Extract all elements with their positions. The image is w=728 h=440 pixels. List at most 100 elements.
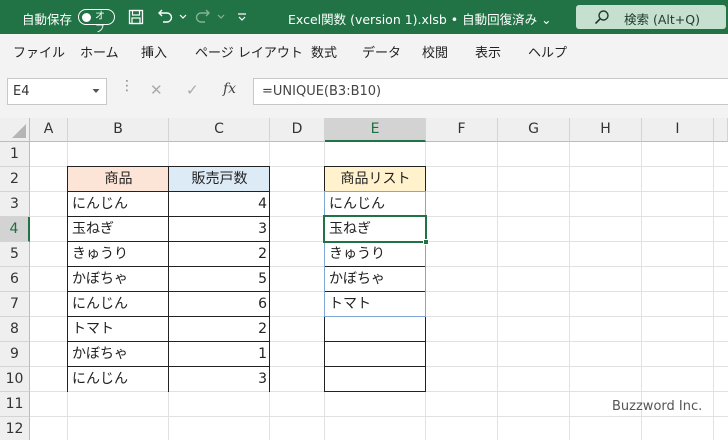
- list-empty-cell[interactable]: [325, 342, 426, 367]
- table-header-product[interactable]: 商品: [68, 167, 169, 192]
- autosave-label: 自動保存: [22, 12, 73, 27]
- undo-dropdown-icon[interactable]: [173, 7, 193, 27]
- row-header-5[interactable]: 5: [0, 242, 30, 267]
- search-box[interactable]: 検索 (Alt+Q): [576, 5, 726, 29]
- tab-data[interactable]: データ: [362, 42, 401, 61]
- tab-home[interactable]: ホーム: [80, 42, 119, 61]
- table-cell-sales[interactable]: 4: [169, 192, 270, 217]
- table-cell-sales[interactable]: 3: [169, 217, 270, 242]
- row-header-8[interactable]: 8: [0, 317, 30, 342]
- table-cell-product[interactable]: にんじん: [68, 367, 169, 392]
- column-header-edge[interactable]: [714, 118, 728, 142]
- table-cell-product[interactable]: かぼちゃ: [68, 267, 169, 292]
- list-header[interactable]: 商品リスト: [325, 167, 426, 192]
- name-box[interactable]: E4: [7, 78, 107, 105]
- save-icon[interactable]: [126, 7, 146, 27]
- column-header-c[interactable]: C: [169, 118, 270, 142]
- select-all-corner[interactable]: [0, 118, 30, 142]
- row-header-3[interactable]: 3: [0, 192, 30, 217]
- list-border-v: [425, 166, 426, 192]
- row-header-11[interactable]: 11: [0, 392, 30, 417]
- table-cell-sales[interactable]: 3: [169, 367, 270, 392]
- table-cell-product[interactable]: にんじん: [68, 292, 169, 317]
- list-border-v: [425, 316, 426, 392]
- table-cell-sales[interactable]: 2: [169, 317, 270, 342]
- row-header-9[interactable]: 9: [0, 342, 30, 367]
- function-icon[interactable]: fx: [223, 81, 236, 97]
- search-icon: [594, 9, 610, 29]
- column-header-g[interactable]: G: [498, 118, 570, 142]
- table-cell-sales[interactable]: 6: [169, 292, 270, 317]
- column-header-d[interactable]: D: [270, 118, 325, 142]
- table-cell-product[interactable]: 玉ねぎ: [68, 217, 169, 242]
- gridline-v: [713, 142, 714, 440]
- table-cell-sales[interactable]: 1: [169, 342, 270, 367]
- autosave-state: オフ: [95, 11, 105, 35]
- table-cell-sales[interactable]: 2: [169, 242, 270, 267]
- cancel-icon[interactable]: ✕: [150, 81, 163, 99]
- table-border-v: [168, 166, 169, 392]
- spreadsheet-grid[interactable]: A B C D E F G H I 1 2 3 4 5 6 7 8 9 10 11 12 商品 販売戸数 商品リスト にんじん 4…: [0, 118, 728, 440]
- table-cell-product[interactable]: トマト: [68, 317, 169, 342]
- tab-view[interactable]: 表示: [475, 42, 501, 61]
- gridline-v: [569, 142, 570, 440]
- list-border-h: [324, 341, 426, 342]
- tab-review[interactable]: 校閲: [422, 42, 448, 61]
- active-cell[interactable]: [323, 215, 427, 243]
- table-cell-product[interactable]: にんじん: [68, 192, 169, 217]
- row-header-12[interactable]: 12: [0, 417, 30, 440]
- search-placeholder: 検索 (Alt+Q): [624, 12, 700, 27]
- table-border-v: [269, 166, 270, 392]
- gridline-v: [497, 142, 498, 440]
- row-header-2[interactable]: 2: [0, 167, 30, 192]
- redo-dropdown-icon[interactable]: [211, 7, 231, 27]
- column-header-e[interactable]: E: [325, 118, 426, 142]
- table-border-v: [67, 166, 68, 392]
- name-box-value: E4: [13, 84, 30, 99]
- column-header-a[interactable]: A: [30, 118, 68, 142]
- row-header-6[interactable]: 6: [0, 267, 30, 292]
- autosave-toggle[interactable]: オフ: [78, 9, 115, 35]
- undo-icon[interactable]: [155, 7, 175, 27]
- row-header-7[interactable]: 7: [0, 292, 30, 317]
- spill-range-outline: [324, 191, 426, 317]
- list-border-v: [324, 166, 325, 192]
- formula-input[interactable]: =UNIQUE(B3:B10): [253, 78, 728, 105]
- gridline-v: [641, 142, 642, 440]
- enter-icon[interactable]: ✓: [186, 81, 199, 99]
- list-empty-cell[interactable]: [325, 317, 426, 342]
- watermark: Buzzword Inc.: [612, 399, 703, 414]
- formula-value: =UNIQUE(B3:B10): [262, 84, 382, 99]
- list-border-v: [324, 316, 325, 392]
- more-options-icon[interactable]: ⋮: [120, 79, 134, 93]
- chevron-down-icon[interactable]: [92, 83, 100, 102]
- tab-file[interactable]: ファイル: [13, 42, 65, 61]
- gridline-h: [30, 416, 728, 417]
- title-bar: 自動保存 オフ Excel関数 (version 1).xlsb • 自動回復済…: [0, 0, 728, 35]
- table-header-sales[interactable]: 販売戸数: [169, 167, 270, 192]
- redo-icon[interactable]: [193, 7, 213, 27]
- row-header-10[interactable]: 10: [0, 367, 30, 392]
- fill-handle[interactable]: [423, 239, 429, 245]
- tab-insert[interactable]: 挿入: [141, 42, 167, 61]
- toggle-knob: [82, 12, 91, 22]
- column-header-i[interactable]: I: [642, 118, 714, 142]
- tab-page-layout[interactable]: ページ レイアウト: [195, 42, 303, 61]
- row-header-1[interactable]: 1: [0, 142, 30, 167]
- ribbon-tabs: ファイル ホーム 挿入 ページ レイアウト 数式 データ 校閲 表示 ヘルプ: [0, 34, 728, 66]
- row-header-4[interactable]: 4: [0, 217, 30, 242]
- column-header-h[interactable]: H: [570, 118, 642, 142]
- window-title[interactable]: Excel関数 (version 1).xlsb • 自動回復済み ⌄: [288, 9, 552, 28]
- tab-formulas[interactable]: 数式: [311, 42, 337, 61]
- customize-icon[interactable]: [232, 7, 252, 27]
- table-cell-product[interactable]: きゅうり: [68, 242, 169, 267]
- column-header-f[interactable]: F: [426, 118, 498, 142]
- table-cell-product[interactable]: かぼちゃ: [68, 342, 169, 367]
- column-header-b[interactable]: B: [68, 118, 169, 142]
- table-cell-sales[interactable]: 5: [169, 267, 270, 292]
- select-all-icon: [12, 124, 26, 138]
- list-border-h: [324, 391, 426, 392]
- list-empty-cell[interactable]: [325, 367, 426, 392]
- list-border-h: [324, 166, 426, 167]
- tab-help[interactable]: ヘルプ: [528, 42, 567, 61]
